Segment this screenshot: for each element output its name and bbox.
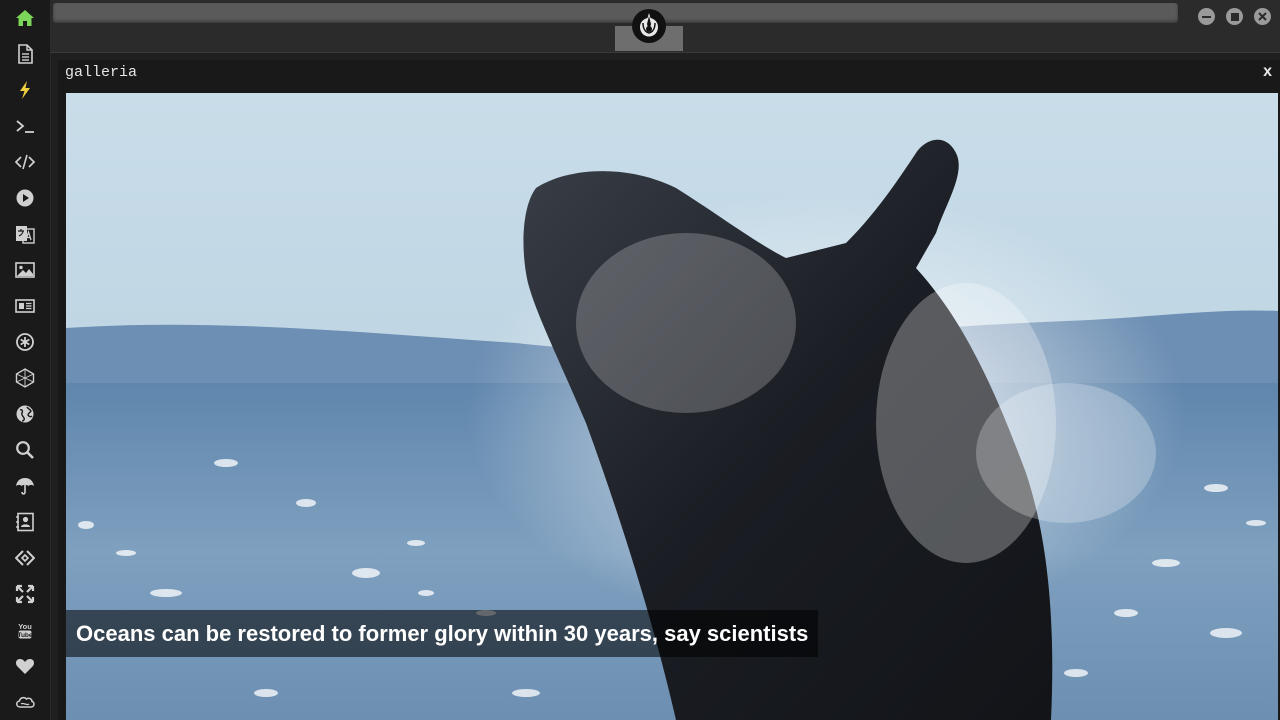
terminal-icon[interactable] [13,114,37,138]
expand-icon[interactable] [13,582,37,606]
globe-icon[interactable] [13,402,37,426]
heart-icon[interactable] [13,654,37,678]
svg-text:Tube: Tube [17,632,32,639]
code-diamond-icon[interactable] [13,546,37,570]
play-icon[interactable] [13,186,37,210]
search-icon[interactable] [13,438,37,462]
image-icon[interactable] [13,258,37,282]
gallery-image[interactable]: Oceans can be restored to former glory w… [66,93,1278,720]
sidebar: You Tube [0,0,51,720]
top-bar [50,0,1280,53]
panel-title: galleria [65,64,138,81]
lightning-icon[interactable] [13,78,37,102]
cube-icon[interactable] [13,366,37,390]
umbrella-icon[interactable] [13,474,37,498]
home-icon[interactable] [13,6,37,30]
document-icon[interactable] [13,42,37,66]
rebel-alliance-logo-icon[interactable] [631,8,667,44]
news-icon[interactable] [13,294,37,318]
svg-text:You: You [18,622,32,631]
close-icon[interactable] [1254,8,1271,25]
contact-icon[interactable] [13,510,37,534]
code-icon[interactable] [13,150,37,174]
maximize-icon[interactable] [1226,8,1243,25]
minimize-icon[interactable] [1198,8,1215,25]
gallery-caption: Oceans can be restored to former glory w… [66,610,819,657]
address-bar[interactable] [53,3,1178,23]
settings-circle-icon[interactable] [13,330,37,354]
gallery-panel: galleria x Oceans can be restored to for… [58,60,1280,720]
youtube-icon[interactable]: You Tube [13,618,37,642]
cloud-icon[interactable] [13,690,37,714]
panel-close-button[interactable]: x [1263,63,1272,81]
translate-icon[interactable] [13,222,37,246]
